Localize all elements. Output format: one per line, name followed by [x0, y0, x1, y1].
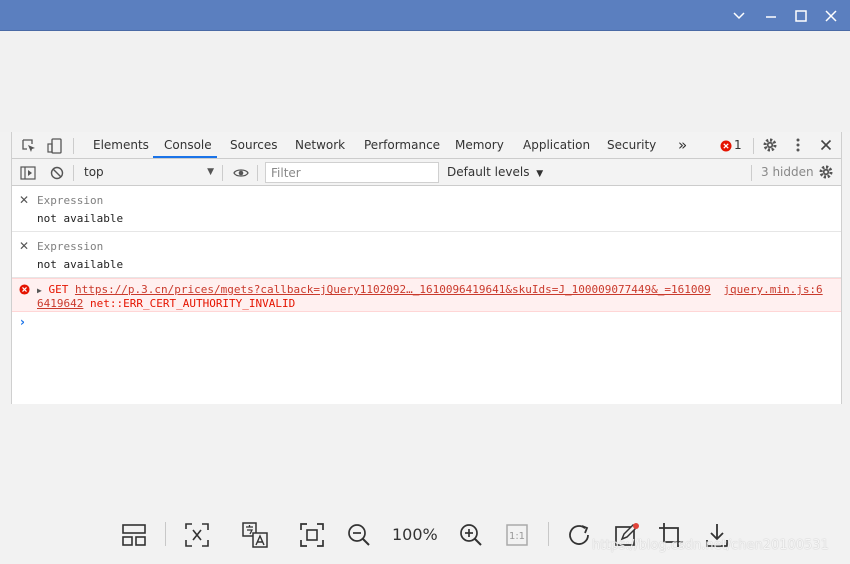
- toolbar-divider: [222, 165, 223, 181]
- tab-application[interactable]: Application: [523, 132, 590, 159]
- close-devtools-icon[interactable]: [818, 136, 834, 154]
- expression-value: not available: [37, 212, 124, 225]
- device-toolbar-icon[interactable]: [46, 137, 64, 155]
- log-levels-select[interactable]: Default levels ▼: [447, 159, 543, 186]
- watermark-text: https://blog.csdn.net/chen20100531: [592, 538, 829, 553]
- active-tab-indicator: [153, 156, 217, 158]
- maximize-icon[interactable]: [788, 4, 814, 28]
- clear-console-icon[interactable]: [48, 164, 66, 181]
- tab-performance[interactable]: Performance: [364, 132, 440, 159]
- hidden-messages-count: 3 hidden: [761, 165, 814, 179]
- layout-grid-icon[interactable]: [119, 520, 149, 550]
- collapse-chevron-icon[interactable]: [726, 4, 752, 28]
- actual-size-label: 1:1: [509, 531, 525, 542]
- expression-label[interactable]: Expression: [37, 240, 103, 253]
- inspect-element-icon[interactable]: [20, 137, 38, 155]
- settings-gear-icon[interactable]: [761, 136, 779, 154]
- toolbar-divider: [751, 165, 752, 181]
- devtools-tab-bar: Elements Console Sources Network Perform…: [12, 132, 841, 159]
- actual-size-icon[interactable]: 1:1: [502, 520, 532, 550]
- viewer-toolbar: 100% 1:1 https://blog.csdn.net/chen20100…: [0, 404, 850, 564]
- live-expression-eye-icon[interactable]: [231, 164, 251, 181]
- tab-elements[interactable]: Elements: [93, 132, 149, 159]
- log-levels-label: Default levels: [447, 165, 530, 179]
- translate-text-icon[interactable]: [240, 520, 270, 550]
- expression-label[interactable]: Expression: [37, 194, 103, 207]
- context-select[interactable]: top ▼: [80, 162, 216, 182]
- zoom-level: 100%: [392, 525, 438, 544]
- rotate-icon[interactable]: [565, 520, 595, 550]
- console-error-message: ▶ GET https://p.3.cn/prices/mgets?callba…: [12, 278, 841, 312]
- error-message: net::ERR_CERT_AUTHORITY_INVALID: [89, 297, 296, 310]
- dropdown-arrow-icon: ▼: [207, 167, 214, 177]
- toolbar-divider: [257, 165, 258, 181]
- minimize-icon[interactable]: [758, 4, 784, 28]
- console-prompt-chevron-icon[interactable]: ›: [20, 315, 25, 329]
- live-expression: ✕ Expression not available: [12, 186, 841, 232]
- error-url-link[interactable]: https://p.3.cn/prices/mgets?callback=jQu…: [75, 283, 711, 296]
- expression-value: not available: [37, 258, 124, 271]
- toolbar-divider: [73, 138, 74, 154]
- error-icon: [18, 283, 30, 295]
- toolbar-divider: [753, 138, 754, 154]
- zoom-out-icon[interactable]: [344, 520, 374, 550]
- toolbar-divider: [548, 522, 549, 546]
- tab-security[interactable]: Security: [607, 132, 656, 159]
- console-settings-gear-icon[interactable]: [817, 163, 835, 181]
- filter-input[interactable]: [265, 162, 439, 183]
- fullscreen-icon[interactable]: [297, 520, 327, 550]
- page-viewport: [0, 31, 850, 132]
- window-titlebar: [0, 0, 850, 31]
- tab-network[interactable]: Network: [295, 132, 345, 159]
- devtools-panel: Elements Console Sources Network Perform…: [11, 132, 842, 404]
- error-url-continued[interactable]: 6419642: [37, 297, 83, 310]
- fit-window-icon[interactable]: [182, 520, 212, 550]
- sidebar-toggle-icon[interactable]: [19, 164, 37, 181]
- dropdown-arrow-icon: ▼: [536, 169, 544, 179]
- error-method: GET: [48, 283, 69, 296]
- zoom-in-icon[interactable]: [456, 520, 486, 550]
- toolbar-divider: [165, 522, 166, 546]
- tab-sources[interactable]: Sources: [230, 132, 277, 159]
- console-toolbar: top ▼ Default levels ▼ 3 hidden: [12, 159, 841, 186]
- error-count[interactable]: 1: [734, 132, 742, 159]
- close-window-icon[interactable]: [818, 4, 844, 28]
- more-tabs-button[interactable]: »: [678, 132, 687, 159]
- live-expression: ✕ Expression not available: [12, 232, 841, 278]
- expand-triangle-icon[interactable]: ▶: [37, 286, 42, 295]
- toolbar-divider: [73, 165, 74, 181]
- error-count-icon[interactable]: [719, 139, 733, 153]
- kebab-menu-icon[interactable]: [790, 136, 806, 154]
- context-value: top: [84, 165, 104, 179]
- remove-expression-icon[interactable]: ✕: [19, 239, 29, 253]
- remove-expression-icon[interactable]: ✕: [19, 193, 29, 207]
- tab-console[interactable]: Console: [164, 132, 212, 159]
- tab-memory[interactable]: Memory: [455, 132, 504, 159]
- error-source-link[interactable]: jquery.min.js:6: [723, 283, 822, 296]
